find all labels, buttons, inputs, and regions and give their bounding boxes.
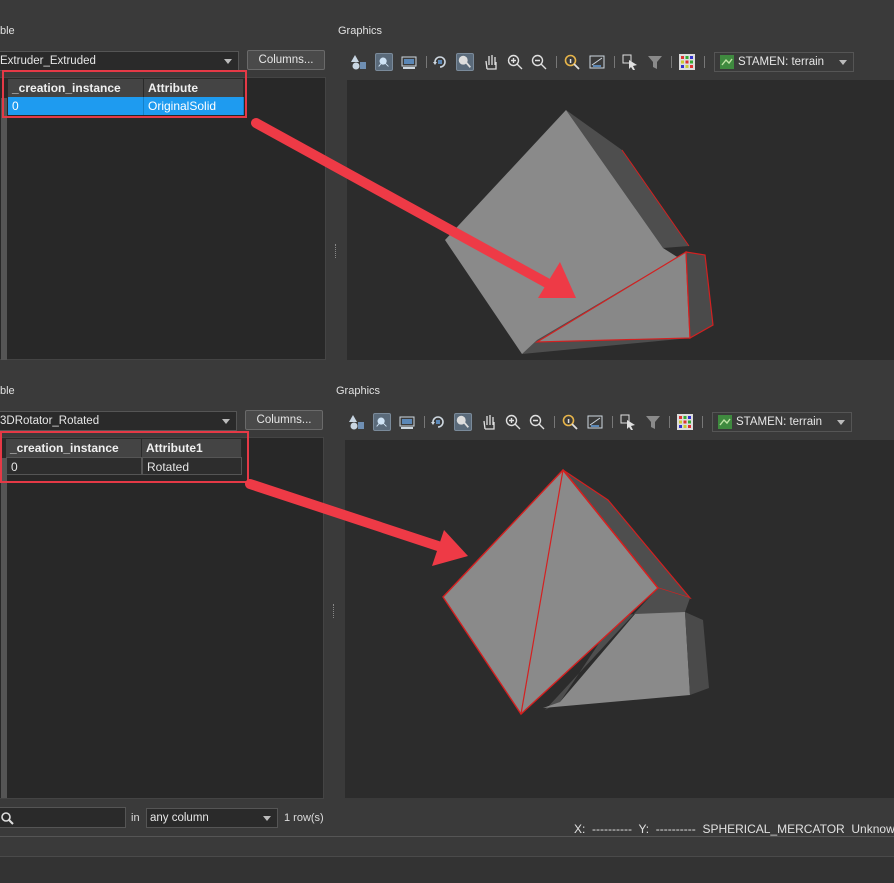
highlight-box (2, 70, 247, 118)
rotate-icon[interactable] (431, 53, 449, 71)
grid-icon[interactable] (676, 413, 694, 431)
splitter-handle[interactable] (333, 604, 336, 618)
screen-icon[interactable] (398, 413, 416, 431)
zoom-out-icon[interactable] (528, 413, 546, 431)
x-value: ---------- (592, 822, 632, 836)
dataset-select-value: 3DRotator_Rotated (0, 415, 100, 427)
table-view[interactable] (0, 437, 324, 799)
toolbar-separator (612, 416, 613, 428)
y-value: ---------- (655, 822, 696, 836)
toolbar-separator (426, 56, 427, 68)
solid-shape-view (445, 110, 714, 354)
inspect-icon[interactable] (456, 53, 474, 71)
search-column-value: any column (150, 812, 209, 824)
search-box[interactable] (0, 807, 126, 828)
select-icon[interactable] (621, 53, 639, 71)
row-handle[interactable] (1, 458, 7, 798)
map-layer-icon (718, 415, 732, 429)
zoom-in-icon[interactable] (506, 53, 524, 71)
measure-icon[interactable] (588, 53, 606, 71)
hand-icon[interactable] (482, 53, 500, 71)
chevron-down-icon (837, 420, 845, 425)
info-icon[interactable] (563, 53, 581, 71)
toolbar-separator (554, 416, 555, 428)
columns-button[interactable]: Columns... (247, 50, 325, 70)
panel-divider (0, 363, 894, 377)
basemap-select[interactable]: STAMEN: terrain (712, 412, 852, 432)
toolbar-separator (671, 56, 672, 68)
toolbar-separator (614, 56, 615, 68)
bottom-status-bar (0, 856, 894, 883)
pan-view-icon[interactable] (375, 53, 393, 71)
search-column-select[interactable]: any column (146, 808, 278, 828)
toolbar-separator (704, 56, 705, 68)
chevron-down-icon (224, 59, 232, 64)
toolbar-separator (556, 56, 557, 68)
info-icon[interactable] (561, 413, 579, 431)
toolbar-separator (424, 416, 425, 428)
row-count: 1 row(s) (284, 812, 324, 824)
search-icon (1, 812, 14, 825)
search-input[interactable] (17, 809, 125, 827)
basemap-select[interactable]: STAMEN: terrain (714, 52, 854, 72)
units-label: Unknown (851, 822, 894, 836)
graphics-panel-title: Graphics (336, 385, 381, 397)
table-panel-title: ble (0, 385, 15, 397)
chevron-down-icon (222, 419, 230, 424)
hand-icon[interactable] (480, 413, 498, 431)
toolbar-separator (702, 416, 703, 428)
y-label: Y: (638, 822, 650, 836)
table-panel-title: ble (0, 25, 15, 37)
filter-icon[interactable] (644, 413, 662, 431)
inspect-icon[interactable] (454, 413, 472, 431)
graphics-panel-title: Graphics (338, 25, 383, 37)
select-icon[interactable] (619, 413, 637, 431)
table-view[interactable] (0, 77, 326, 360)
solid-shape-view (442, 468, 709, 716)
columns-button[interactable]: Columns... (245, 410, 323, 430)
grid-icon[interactable] (678, 53, 696, 71)
filter-icon[interactable] (646, 53, 664, 71)
dataset-select[interactable]: Extruder_Extruded (0, 51, 239, 71)
graphics-canvas[interactable] (345, 440, 894, 798)
measure-icon[interactable] (586, 413, 604, 431)
pan-view-icon[interactable] (373, 413, 391, 431)
x-label: X: (574, 822, 586, 836)
basemap-select-value: STAMEN: terrain (736, 416, 823, 428)
highlight-box (0, 431, 249, 483)
zoom-out-icon[interactable] (530, 53, 548, 71)
shapes-icon[interactable] (348, 413, 366, 431)
screen-icon[interactable] (400, 53, 418, 71)
chevron-down-icon (263, 816, 271, 821)
basemap-select-value: STAMEN: terrain (738, 56, 825, 68)
bottom-divider (0, 836, 894, 837)
projection-label: SPHERICAL_MERCATOR (702, 822, 845, 836)
shapes-icon[interactable] (350, 53, 368, 71)
dataset-select[interactable]: 3DRotator_Rotated (0, 411, 237, 431)
chevron-down-icon (839, 60, 847, 65)
graphics-canvas[interactable] (347, 80, 894, 360)
rotate-icon[interactable] (429, 413, 447, 431)
zoom-in-icon[interactable] (504, 413, 522, 431)
dataset-select-value: Extruder_Extruded (0, 55, 96, 67)
row-handle[interactable] (1, 98, 7, 360)
coordinate-readout: X: ---------- Y: ---------- SPHERICAL_ME… (574, 808, 894, 836)
splitter-handle[interactable] (335, 244, 338, 258)
search-in-label: in (131, 812, 140, 824)
toolbar-separator (669, 416, 670, 428)
map-layer-icon (720, 55, 734, 69)
